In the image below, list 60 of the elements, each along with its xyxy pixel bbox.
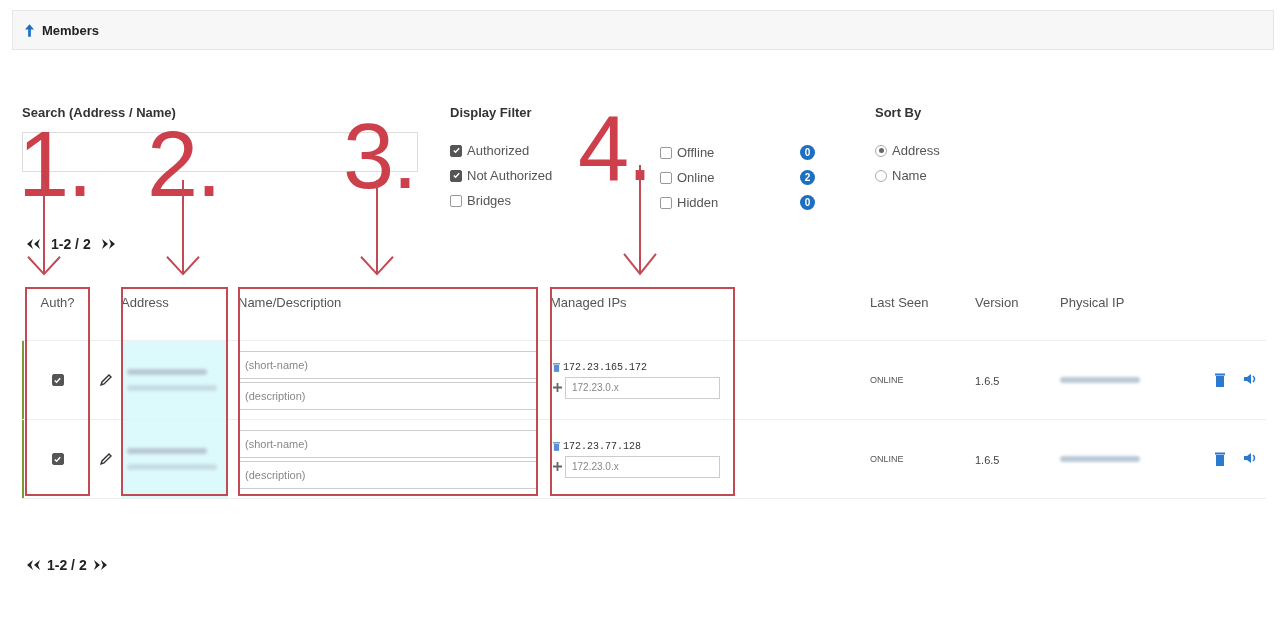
trash-icon[interactable] [553, 441, 560, 451]
column-header: Physical IP [1060, 295, 1125, 310]
last-seen: ONLINE [870, 375, 904, 385]
plus-icon[interactable] [553, 383, 562, 392]
trash-icon[interactable] [553, 362, 560, 372]
arrow-up-icon[interactable] [25, 23, 34, 37]
sort-label: Address [892, 143, 940, 158]
column-header: Name/Description [238, 295, 342, 310]
checkbox[interactable] [450, 144, 462, 157]
checkbox[interactable] [660, 146, 672, 159]
column-header: Auth? [40, 295, 75, 310]
version: 1.6.5 [974, 374, 1000, 387]
count-badge: 0 [800, 195, 815, 210]
last-page-icon[interactable] [92, 559, 109, 571]
version: 1.6.5 [974, 453, 1000, 466]
checkbox[interactable] [660, 196, 672, 209]
search-label: Search (Address / Name) [22, 105, 177, 120]
checkbox[interactable] [450, 194, 462, 207]
pencil-icon[interactable] [98, 452, 113, 466]
page-range: 1-2 / 2 [51, 236, 91, 252]
filter-label: Not Authorized [467, 168, 553, 183]
column-header: Version [975, 295, 1019, 310]
filter-label: Online [677, 170, 715, 185]
pencil-icon[interactable] [98, 373, 113, 387]
filter-label: Offline [677, 145, 715, 160]
sort-label: Name [892, 168, 927, 183]
filter-label: Bridges [467, 193, 512, 208]
ip-field[interactable]: 172.23.0.x [565, 376, 720, 399]
checkbox[interactable] [51, 453, 64, 465]
section-title: Members [42, 22, 100, 38]
ip-field[interactable]: 172.23.0.x [565, 455, 720, 478]
plus-icon[interactable] [553, 462, 562, 471]
managed-ip: 172.23.77.128 [563, 440, 641, 452]
checkbox[interactable] [660, 171, 672, 184]
count-badge: 2 [800, 170, 815, 185]
filter-title: Display Filter [450, 105, 533, 120]
sort-title: Sort By [875, 105, 923, 120]
speaker-icon[interactable] [1243, 373, 1257, 385]
column-header: Last Seen [870, 295, 929, 310]
first-page-icon[interactable] [25, 559, 41, 571]
last-seen: ONLINE [870, 454, 904, 464]
first-page-icon[interactable] [25, 238, 41, 250]
trash-icon[interactable] [1215, 452, 1225, 466]
checkbox[interactable] [450, 169, 462, 182]
last-page-icon[interactable] [100, 238, 117, 250]
filter-label: Hidden [677, 195, 719, 210]
annotation-number: 4. [578, 102, 651, 194]
managed-ip: 172.23.165.172 [563, 361, 647, 373]
checkbox[interactable] [51, 374, 64, 386]
short-name-field[interactable]: (short-name) [238, 350, 538, 379]
count-badge: 0 [800, 145, 815, 160]
description-field[interactable]: (description) [238, 460, 538, 489]
short-name-field[interactable]: (short-name) [238, 429, 538, 458]
description-field[interactable]: (description) [238, 381, 538, 410]
trash-icon[interactable] [1215, 373, 1225, 387]
speaker-icon[interactable] [1243, 452, 1257, 464]
column-header: Address [121, 295, 169, 310]
page-range: 1-2 / 2 [47, 557, 87, 573]
annotation-number: 3. [343, 110, 416, 202]
filter-label: Authorized [467, 143, 530, 158]
